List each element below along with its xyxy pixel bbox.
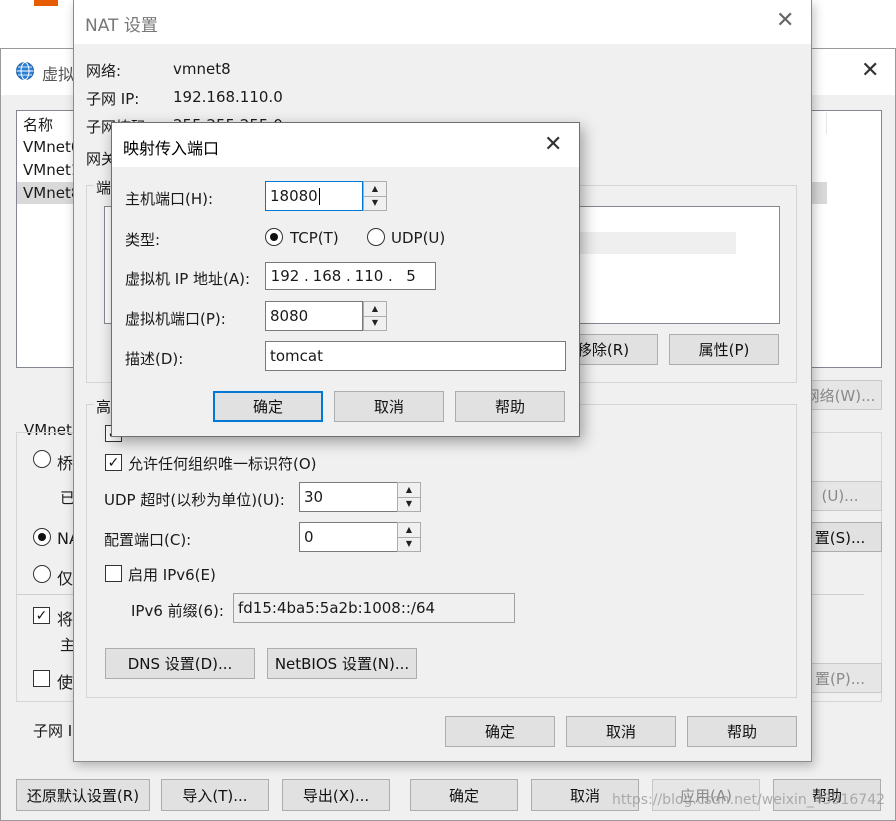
map-ok-button[interactable]: 确定 (213, 391, 323, 422)
list-item[interactable]: VMnet1 (23, 161, 80, 179)
udp-timeout-label: UDP 超时(以秒为单位)(U): (104, 491, 285, 509)
host-port-label: 主机端口(H): (125, 190, 214, 208)
use-dhcp-checkbox[interactable] (33, 670, 50, 687)
nat-help-button[interactable]: 帮助 (687, 716, 797, 747)
host-port-stepper[interactable]: ▲ ▼ (363, 181, 387, 211)
nat-dialog-titlebar (74, 0, 811, 44)
config-port-label: 配置端口(C): (104, 531, 192, 549)
radio-udp[interactable] (367, 228, 385, 246)
udp-timeout-stepper[interactable]: ▲ ▼ (397, 482, 421, 512)
nat-subnet-ip-value: 192.168.110.0 (173, 88, 283, 106)
ok-button[interactable]: 确定 (410, 779, 518, 811)
close-icon[interactable]: ✕ (544, 134, 562, 156)
description-label: 描述(D): (125, 350, 184, 368)
nat-ok-button[interactable]: 确定 (445, 716, 555, 747)
host-port-input[interactable]: 18080 (265, 181, 363, 211)
close-icon[interactable]: ✕ (776, 10, 794, 32)
ip-octet-2[interactable]: 168 (308, 267, 346, 285)
ip-octet-3[interactable]: 110 (350, 267, 388, 285)
port-forwarding-list-header-bg (580, 232, 736, 254)
vm-port-input[interactable]: 8080 (265, 301, 363, 331)
radio-host-only[interactable] (33, 565, 51, 583)
nat-subnet-ip-label: 子网 IP: (86, 90, 140, 108)
list-item[interactable]: VMnet0 (23, 138, 80, 156)
radio-nat[interactable] (33, 528, 51, 546)
text-cursor (318, 187, 320, 205)
properties-button[interactable]: 属性(P) (669, 334, 779, 365)
udp-timeout-input[interactable]: 30 (299, 482, 399, 512)
list-header-divider (826, 112, 827, 134)
export-button[interactable]: 导出(X)... (282, 779, 390, 811)
app-icon-remnant (34, 0, 58, 6)
config-port-stepper[interactable]: ▲ ▼ (397, 522, 421, 552)
allow-any-oui-label[interactable]: 允许任何组织唯一标识符(O) (128, 453, 317, 474)
back-window-title: 虚拟 (42, 65, 75, 84)
ip-octet-1[interactable]: 192 (266, 267, 304, 285)
description-input[interactable]: tomcat (265, 341, 566, 371)
config-port-input[interactable]: 0 (299, 522, 399, 552)
import-button[interactable]: 导入(T)... (161, 779, 269, 811)
type-label: 类型: (125, 231, 161, 249)
restore-defaults-button[interactable]: 还原默认设置(R) (16, 779, 150, 811)
enable-ipv6-label[interactable]: 启用 IPv6(E) (128, 564, 216, 585)
radio-bridged-label[interactable]: 桥 (57, 450, 73, 474)
map-cancel-button[interactable]: 取消 (334, 391, 444, 422)
netbios-settings-button[interactable]: NetBIOS 设置(N)... (267, 648, 417, 679)
ipv6-prefix-label: IPv6 前缀(6): (131, 602, 224, 620)
vm-port-stepper[interactable]: ▲ ▼ (363, 301, 387, 331)
globe-icon (15, 61, 35, 81)
allow-any-oui-checkbox[interactable]: ✓ (105, 454, 122, 471)
watermark: https://blog.csdn.net/weixin_43916742 (612, 792, 886, 808)
connect-host-checkbox[interactable]: ✓ (33, 607, 50, 624)
radio-host-only-label[interactable]: 仅 (57, 565, 73, 589)
subnet-ip-label: 子网 I (33, 722, 73, 740)
host-port-value: 18080 (270, 187, 318, 205)
vm-ip-label: 虚拟机 IP 地址(A): (125, 270, 251, 288)
ip-octet-4[interactable]: 5 (392, 267, 430, 285)
radio-tcp-label[interactable]: TCP(T) (290, 229, 339, 247)
nat-cancel-button[interactable]: 取消 (566, 716, 676, 747)
radio-udp-label[interactable]: UDP(U) (391, 229, 445, 247)
map-dialog-title: 映射传入端口 (123, 139, 220, 158)
vm-ip-input[interactable]: 192 . 168 . 110 . 5 (265, 262, 436, 290)
list-header-name[interactable]: 名称 (23, 114, 53, 135)
list-item[interactable]: VMnet8 (23, 184, 80, 202)
map-help-button[interactable]: 帮助 (455, 391, 565, 422)
radio-tcp[interactable] (265, 228, 283, 246)
enable-ipv6-checkbox[interactable] (105, 565, 122, 582)
dns-settings-button[interactable]: DNS 设置(D)... (105, 648, 255, 679)
use-dhcp-label[interactable]: 使 (57, 669, 73, 693)
radio-bridged[interactable] (33, 450, 51, 468)
ipv6-prefix-input[interactable]: fd15:4ba5:5a2b:1008::/64 (233, 593, 515, 623)
nat-network-value: vmnet8 (173, 60, 231, 78)
close-icon[interactable]: ✕ (861, 60, 879, 82)
vm-port-label: 虚拟机端口(P): (125, 310, 226, 328)
nat-dialog-title: NAT 设置 (85, 16, 158, 36)
nat-network-label: 网络: (86, 62, 122, 80)
connect-host-label[interactable]: 将 (57, 606, 73, 630)
